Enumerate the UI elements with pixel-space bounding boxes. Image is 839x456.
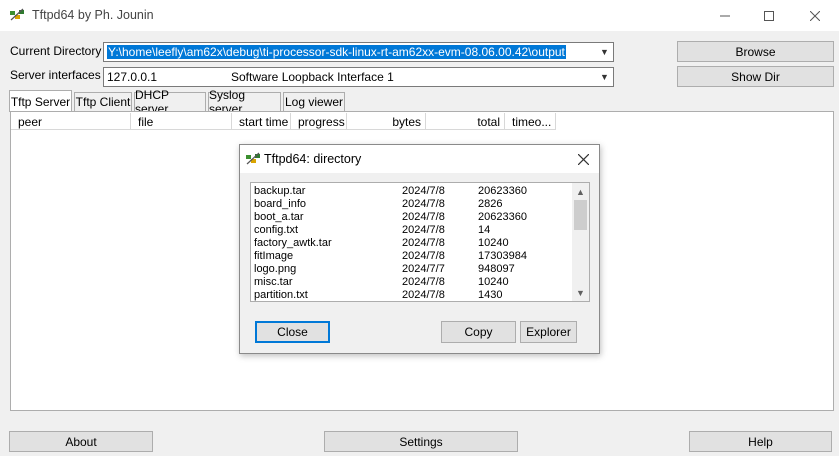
browse-button[interactable]: Browse	[677, 41, 834, 62]
column-file[interactable]: file	[131, 113, 232, 130]
tab-log-viewer[interactable]: Log viewer	[283, 92, 345, 111]
list-item[interactable]: backup.tar 2024/7/8 20623360	[254, 185, 574, 198]
close-button[interactable]	[792, 0, 838, 31]
file-name: board_info	[254, 198, 306, 210]
minimize-icon	[720, 15, 730, 16]
file-size: 20623360	[478, 211, 527, 223]
server-interfaces-label: Server interfaces	[10, 68, 101, 82]
file-name: config.txt	[254, 224, 299, 236]
maximize-icon	[764, 10, 774, 21]
file-size: 17303984	[478, 250, 527, 262]
column-bytes[interactable]: bytes	[347, 113, 426, 130]
file-size: 10240	[478, 237, 509, 249]
copy-button[interactable]: Copy	[441, 321, 516, 343]
show-dir-button[interactable]: Show Dir	[677, 66, 834, 87]
about-button[interactable]: About	[9, 431, 153, 452]
file-date: 2024/7/8	[402, 237, 445, 249]
file-size: 1430	[478, 289, 503, 301]
file-date: 2024/7/8	[402, 185, 445, 197]
tab-tftp-client[interactable]: Tftp Client	[74, 92, 132, 111]
dialog-title: Tftpd64: directory	[264, 152, 362, 166]
window-title: Tftpd64 by Ph. Jounin	[32, 8, 154, 22]
tab-dhcp-server[interactable]: DHCP server	[134, 88, 206, 116]
file-name: fitImage	[254, 250, 294, 262]
list-item[interactable]: logo.png 2024/7/7 948097	[254, 263, 574, 276]
file-date: 2024/7/8	[402, 224, 445, 236]
list-item[interactable]: board_info 2024/7/8 2826	[254, 198, 574, 211]
dialog-title-bar: Tftpd64: directory	[240, 145, 599, 173]
list-item[interactable]: config.txt 2024/7/8 14	[254, 224, 574, 237]
file-date: 2024/7/8	[402, 289, 445, 301]
chevron-down-icon[interactable]: ▼	[596, 68, 613, 86]
file-size: 14	[478, 224, 491, 236]
tab-syslog-server[interactable]: Syslog server	[208, 88, 281, 116]
list-item[interactable]: fitImage 2024/7/8 17303984	[254, 250, 574, 263]
minimize-button[interactable]	[702, 0, 748, 31]
file-date: 2024/7/8	[402, 198, 445, 210]
file-list[interactable]: backup.tar 2024/7/8 20623360 board_info …	[250, 182, 590, 302]
app-icon	[10, 8, 24, 21]
list-item[interactable]: boot_a.tar 2024/7/8 20623360	[254, 211, 574, 224]
list-item[interactable]: factory_awtk.tar 2024/7/8 10240	[254, 237, 574, 250]
server-interfaces-combo[interactable]: 127.0.0.1 Software Loopback Interface 1 …	[103, 67, 614, 87]
file-list-scrollbar[interactable]: ▲ ▼	[572, 183, 589, 301]
scrollbar-thumb[interactable]	[574, 200, 587, 230]
file-date: 2024/7/8	[402, 211, 445, 223]
chevron-down-icon[interactable]: ▼	[596, 43, 613, 61]
current-directory-value: Y:\home\leefly\am62x\debug\ti-processor-…	[107, 45, 566, 59]
file-name: backup.tar	[254, 185, 306, 197]
current-directory-combo[interactable]: Y:\home\leefly\am62x\debug\ti-processor-…	[103, 42, 614, 62]
close-icon	[577, 153, 589, 165]
column-peer[interactable]: peer	[11, 113, 131, 130]
column-total[interactable]: total	[426, 113, 505, 130]
file-size: 948097	[478, 263, 515, 275]
file-name: misc.tar	[254, 276, 293, 288]
file-date: 2024/7/7	[402, 263, 445, 275]
tab-tftp-server[interactable]: Tftp Server	[9, 90, 72, 112]
file-name: logo.png	[254, 263, 297, 275]
chevron-up-icon[interactable]: ▲	[572, 183, 589, 200]
settings-button[interactable]: Settings	[324, 431, 518, 452]
file-name: boot_a.tar	[254, 211, 304, 223]
current-directory-text-wrap: Y:\home\leefly\am62x\debug\ti-processor-…	[107, 45, 566, 59]
list-item[interactable]: partition.txt 2024/7/8 1430	[254, 289, 574, 301]
column-progress[interactable]: progress	[291, 113, 347, 130]
column-start-time[interactable]: start time	[232, 113, 291, 130]
directory-dialog: Tftpd64: directory backup.tar 2024/7/8 2…	[239, 144, 600, 354]
file-name: partition.txt	[254, 289, 308, 301]
current-directory-label: Current Directory	[10, 44, 102, 58]
file-size: 10240	[478, 276, 509, 288]
server-interface-ip: 127.0.0.1	[107, 70, 158, 84]
file-date: 2024/7/8	[402, 276, 445, 288]
column-timeout[interactable]: timeo...	[505, 113, 556, 130]
explorer-button[interactable]: Explorer	[520, 321, 577, 343]
dialog-close-button[interactable]	[573, 149, 593, 169]
chevron-down-icon[interactable]: ▼	[572, 284, 589, 301]
help-button[interactable]: Help	[689, 431, 832, 452]
server-interface-name: Software Loopback Interface 1	[231, 70, 394, 84]
file-size: 2826	[478, 198, 503, 210]
app-icon	[246, 152, 260, 165]
list-item[interactable]: misc.tar 2024/7/8 10240	[254, 276, 574, 289]
file-date: 2024/7/8	[402, 250, 445, 262]
close-button[interactable]: Close	[255, 321, 330, 343]
maximize-button[interactable]	[746, 0, 792, 31]
file-size: 20623360	[478, 185, 527, 197]
close-icon	[810, 10, 820, 21]
title-bar: Tftpd64 by Ph. Jounin	[0, 0, 839, 31]
file-name: factory_awtk.tar	[254, 237, 332, 249]
